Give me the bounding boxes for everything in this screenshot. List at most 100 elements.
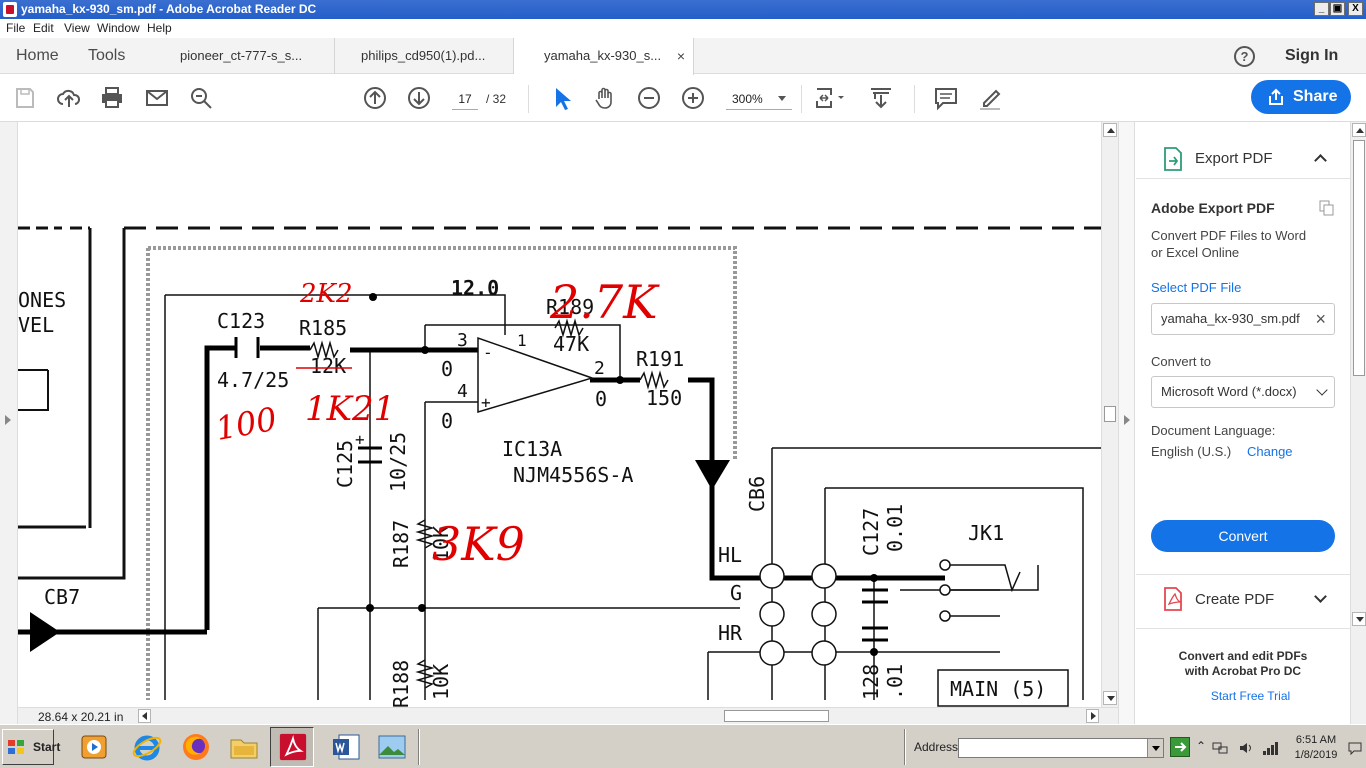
scroll-thumb[interactable] [1104,406,1116,422]
windows-logo-icon [8,740,24,754]
comment-icon[interactable] [933,85,959,111]
scroll-right-button[interactable] [1086,709,1099,723]
notification-icon[interactable] [1348,741,1362,755]
image-viewer-icon[interactable] [376,731,408,763]
firefox-icon[interactable] [180,731,212,763]
close-button[interactable]: X [1348,2,1363,16]
schematic-label: VEL [18,313,54,337]
scroll-up-button[interactable] [1352,123,1366,137]
page-number-input[interactable]: 17 [452,88,478,110]
divider [1136,628,1350,629]
document-language-value: English (U.S.) [1151,444,1232,459]
maximize-button[interactable]: ▣ [1330,2,1345,16]
go-icon[interactable] [1170,737,1190,757]
document-tab[interactable]: pioneer_ct-777-s_s... [154,38,335,74]
divider [914,85,915,113]
start-button[interactable]: Start [2,729,60,765]
email-icon[interactable] [144,85,170,111]
schematic-label: 10K [429,664,453,700]
copy-icon[interactable] [1319,200,1335,216]
left-panel-toggle[interactable] [0,122,18,724]
format-select[interactable]: Microsoft Word (*.docx) [1151,376,1335,408]
hand-tool-icon[interactable] [592,85,618,111]
pin-label: 4 [457,381,468,402]
voltage-label: 0 [441,409,453,433]
menu-view[interactable]: View [64,19,90,38]
vertical-scrollbar[interactable] [1101,122,1118,707]
menu-help[interactable]: Help [147,19,172,38]
chevron-up-icon[interactable] [1314,154,1327,167]
sign-in-link[interactable]: Sign In [1285,38,1338,74]
file-explorer-icon[interactable] [228,731,260,763]
voltage-label: 0 [441,357,453,381]
document-tab-active[interactable]: yamaha_kx-930_s... × [514,38,694,75]
schematic-label: 12K [310,354,346,378]
export-pdf-title[interactable]: Export PDF [1195,150,1273,167]
media-player-icon[interactable] [78,731,110,763]
schematic-label: NJM4556S-A [513,463,633,487]
menu-file[interactable]: File [6,19,25,38]
print-icon[interactable] [99,85,125,111]
chevron-down-icon[interactable] [1314,590,1327,603]
change-language-link[interactable]: Change [1247,444,1293,459]
scroll-down-button[interactable] [1352,612,1366,626]
zoom-select[interactable]: 300% [726,88,792,110]
next-page-icon[interactable] [406,85,432,111]
tools-pane: Export PDF Adobe Export PDF Convert PDF … [1136,122,1350,724]
clear-file-icon[interactable]: × [1315,304,1326,334]
address-input[interactable] [958,738,1164,758]
acrobat-taskbar-button[interactable] [270,727,314,767]
convert-to-label: Convert to [1151,354,1211,369]
cloud-upload-icon[interactable] [56,85,82,111]
zoom-in-icon[interactable] [680,85,706,111]
close-tab-icon[interactable]: × [677,38,685,74]
home-tab[interactable]: Home [16,38,59,74]
menu-edit[interactable]: Edit [33,19,54,38]
start-free-trial-link[interactable]: Start Free Trial [1136,689,1365,703]
selected-file-field[interactable]: yamaha_kx-930_sm.pdf × [1151,303,1335,335]
chevron-down-icon [778,96,786,101]
opamp-minus: - [483,343,493,362]
word-icon[interactable] [330,731,362,763]
scroll-mode-icon[interactable] [868,85,894,111]
document-tab-label: philips_cd950(1).pd... [361,48,486,63]
zoom-out-icon[interactable] [636,85,662,111]
signal-icon[interactable] [1262,740,1280,756]
panel-scrollbar[interactable] [1350,122,1366,724]
scroll-thumb[interactable] [1353,140,1365,376]
page-fit-icon[interactable] [812,85,848,111]
schematic-label: C127 [859,508,883,556]
menu-bar: File Edit View Window Help [0,19,1366,38]
select-cursor-icon[interactable] [548,85,574,111]
minimize-button[interactable]: _ [1314,2,1329,16]
convert-button[interactable]: Convert [1151,520,1335,552]
tools-tab[interactable]: Tools [88,38,125,74]
search-icon[interactable] [188,85,214,111]
create-pdf-title[interactable]: Create PDF [1195,591,1274,608]
highlight-pen-icon[interactable] [977,85,1003,111]
previous-page-icon[interactable] [362,85,388,111]
schematic-drawing: ONES VEL C123 R185 12K 4.7/25 12.0 R189 … [18,226,1101,707]
horizontal-scroll-thumb[interactable] [724,710,829,722]
volume-icon[interactable] [1238,740,1254,756]
network-icon[interactable] [1212,740,1228,756]
address-dropdown[interactable] [1147,739,1163,757]
schematic-label: CB7 [44,585,80,609]
schematic-label: 12.0 [451,276,499,300]
save-icon[interactable] [12,85,38,111]
menu-window[interactable]: Window [97,19,140,38]
internet-explorer-icon[interactable] [131,731,163,763]
help-icon[interactable]: ? [1234,46,1255,67]
right-panel-toggle[interactable] [1118,122,1135,724]
scroll-up-button[interactable] [1103,123,1117,137]
schematic-label: HR [718,621,743,645]
scroll-down-button[interactable] [1103,691,1117,705]
clock-date: 1/8/2019 [1294,749,1338,761]
system-clock[interactable]: 6:51 AM 1/8/2019 [1292,733,1340,763]
schematic-label: R188 [389,660,413,707]
scroll-left-button[interactable] [138,709,151,723]
document-viewer[interactable]: ONES VEL C123 R185 12K 4.7/25 12.0 R189 … [18,122,1101,707]
document-tab[interactable]: philips_cd950(1).pd... [335,38,514,74]
share-button[interactable]: Share [1251,80,1351,114]
show-hidden-icons-icon[interactable]: ⌃ [1196,739,1206,753]
